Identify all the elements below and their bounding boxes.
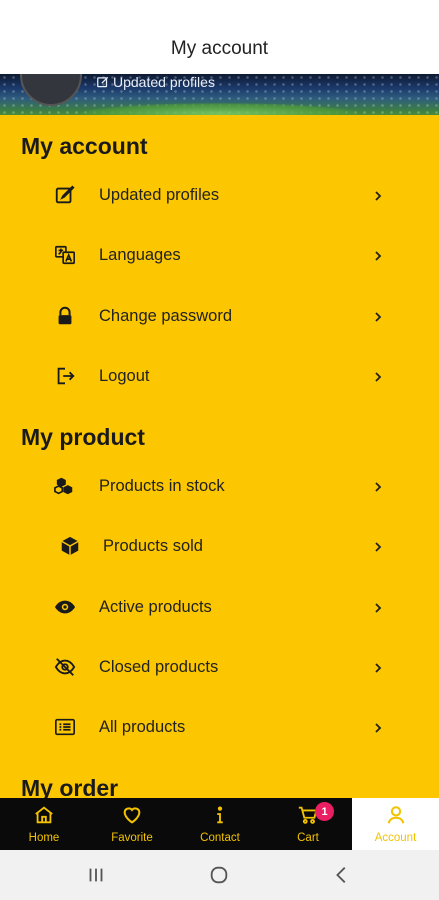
info-icon [209, 804, 231, 826]
menu-item-label: Products in stock [99, 476, 225, 495]
home-icon [33, 804, 55, 826]
menu-item-label: All products [99, 717, 186, 736]
menu-item-label: Active products [99, 597, 212, 616]
chevron-right-icon [372, 661, 384, 673]
app-header: My account [0, 0, 439, 74]
translate-icon [50, 240, 80, 270]
bottom-tab-bar: Home Favorite Contact 1 Cart Account [0, 798, 439, 850]
menu-item-change-password[interactable]: Change password [0, 293, 439, 339]
chevron-right-icon [372, 540, 384, 552]
menu-item-updated-profiles[interactable]: Updated profiles [0, 172, 439, 218]
heart-icon [121, 804, 143, 826]
box-icon [55, 531, 85, 561]
home-button[interactable] [207, 864, 231, 886]
edit-icon [50, 180, 80, 210]
tab-account[interactable]: Account [352, 798, 439, 850]
tab-cart[interactable]: 1 Cart [264, 798, 352, 850]
back-button[interactable] [330, 864, 354, 886]
profile-banner: Updated profiles [0, 74, 439, 115]
page-title: My account [170, 38, 269, 59]
account-menu: My account Updated profiles Languages Ch… [0, 115, 439, 798]
menu-item-label: Closed products [99, 657, 219, 676]
tab-label: Account [374, 832, 417, 844]
menu-item-label: Products sold [103, 536, 203, 555]
recent-apps-button[interactable] [84, 864, 108, 886]
menu-item-languages[interactable]: Languages [0, 232, 439, 278]
menu-item-products-in-stock[interactable]: Products in stock [0, 463, 439, 509]
eye-icon [50, 592, 80, 622]
boxes-icon [50, 471, 80, 501]
user-icon [385, 804, 407, 826]
section-title-my-account: My account [21, 133, 148, 159]
system-navigation-bar [0, 850, 439, 900]
tab-label: Contact [200, 832, 240, 844]
menu-item-active-products[interactable]: Active products [0, 584, 439, 630]
menu-item-label: Change password [99, 306, 232, 325]
lock-icon [50, 301, 80, 331]
chevron-right-icon [372, 721, 384, 733]
menu-item-closed-products[interactable]: Closed products [0, 644, 439, 690]
menu-item-all-products[interactable]: All products [0, 704, 439, 750]
tab-label: Home [28, 832, 60, 844]
update-profile-link[interactable]: Updated profiles [96, 74, 215, 90]
menu-item-logout[interactable]: Logout [0, 353, 439, 399]
menu-item-products-sold[interactable]: Products sold [0, 523, 439, 569]
recent-apps-icon [89, 868, 103, 882]
back-icon [336, 867, 346, 883]
chevron-right-icon [372, 601, 384, 613]
eye-off-icon [50, 652, 80, 682]
logout-icon [50, 361, 80, 391]
chevron-right-icon [372, 370, 384, 382]
edit-icon [97, 76, 109, 88]
tab-contact[interactable]: Contact [176, 798, 264, 850]
menu-item-label: Updated profiles [99, 185, 220, 204]
tab-label: Cart [297, 832, 319, 844]
menu-item-label: Logout [99, 366, 150, 385]
chevron-right-icon [372, 249, 384, 261]
list-icon [50, 712, 80, 742]
update-profile-label: Updated profiles [113, 74, 215, 90]
chevron-right-icon [372, 189, 384, 201]
chevron-right-icon [372, 480, 384, 492]
chevron-right-icon [372, 310, 384, 322]
cart-badge: 1 [315, 802, 334, 821]
section-title-my-product: My product [21, 424, 145, 450]
home-circle-icon [210, 866, 228, 884]
tab-label: Favorite [111, 832, 153, 844]
menu-item-label: Languages [99, 245, 181, 264]
tab-home[interactable]: Home [0, 798, 88, 850]
tab-favorite[interactable]: Favorite [88, 798, 176, 850]
section-title-my-order: My order [21, 775, 119, 798]
